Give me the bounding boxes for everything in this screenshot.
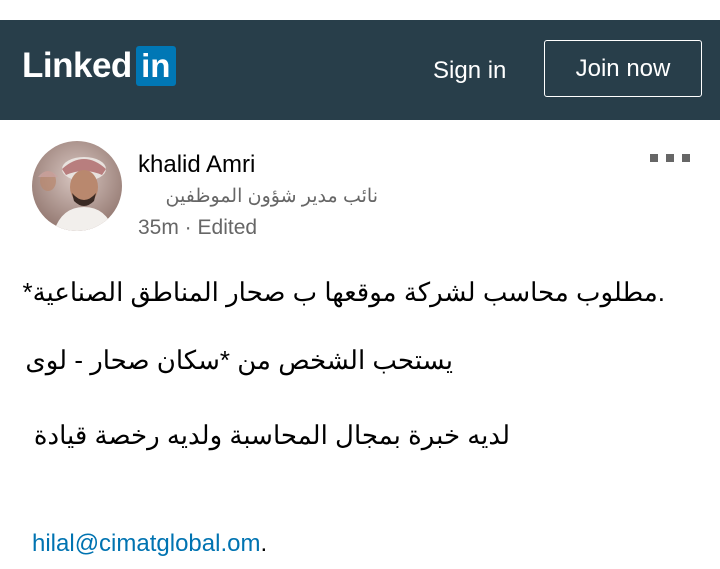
- sign-in-link[interactable]: Sign in: [433, 56, 506, 86]
- more-dot: [650, 154, 658, 162]
- browser-top-strip: [0, 0, 720, 21]
- join-now-button[interactable]: Join now: [544, 40, 702, 97]
- post-text-line-2: يستحب الشخص من *سكان صحار - لوى: [25, 345, 453, 375]
- author-headline: نائب مدير شؤون الموظفين: [165, 186, 378, 207]
- email-link[interactable]: hilal@cimatglobal.om: [32, 530, 260, 557]
- avatar-photo: [32, 141, 122, 231]
- post-text-line-3: لديه خبرة بمجال المحاسبة ولديه رخصة قياد…: [33, 420, 510, 450]
- more-horizontal-icon[interactable]: [650, 150, 690, 166]
- author-name[interactable]: khalid Amri: [138, 150, 255, 180]
- linkedin-logo[interactable]: Linked in: [22, 46, 176, 86]
- linkedin-header: Linked in Sign in Join now: [0, 20, 720, 120]
- more-dot: [666, 154, 674, 162]
- logo-wordmark: Linked: [22, 46, 132, 85]
- post-text-line-1: .مطلوب محاسب لشركة موقعها ب صحار المناطق…: [22, 277, 665, 307]
- email-suffix: .: [260, 530, 268, 557]
- post-timestamp: 35m · Edited: [138, 216, 258, 239]
- more-dot: [682, 154, 690, 162]
- post-email-line: hilal@cimatglobal.om.: [32, 528, 267, 560]
- logo-in-box: in: [135, 46, 176, 86]
- author-avatar[interactable]: [32, 141, 122, 231]
